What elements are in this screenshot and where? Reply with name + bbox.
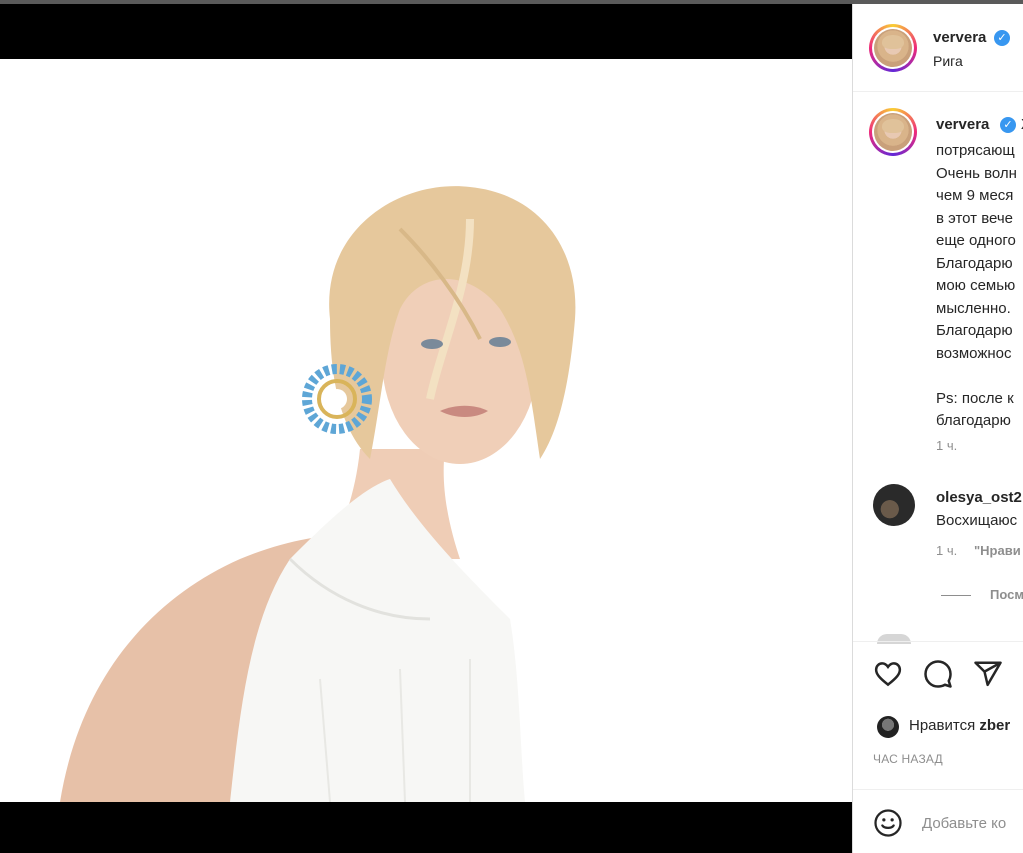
comment-time[interactable]: 1 ч. <box>936 543 957 558</box>
post-media[interactable] <box>0 4 852 853</box>
likes-summary[interactable]: Нравится zber <box>909 717 1010 734</box>
comment-input[interactable] <box>922 812 1023 834</box>
comment-box <box>853 789 1023 853</box>
likes-prefix: Нравится <box>909 717 976 734</box>
commenter-avatar[interactable] <box>873 484 915 526</box>
liker-avatar[interactable] <box>877 716 899 738</box>
post-side-panel: ververa ✓ Рига ververa ✓ Ж потрясающ Оче… <box>852 4 1023 853</box>
post-header: ververa ✓ Рига <box>853 4 1023 92</box>
next-comment-avatar <box>877 634 911 644</box>
portrait-illustration <box>60 186 576 802</box>
emoji-icon[interactable] <box>873 808 903 838</box>
caption-line: еще одного <box>936 232 1016 249</box>
caption-username[interactable]: ververa <box>936 116 989 133</box>
caption-line: в этот вече <box>936 209 1014 227</box>
share-icon[interactable] <box>973 659 1003 689</box>
caption-text: потрясающ Очень волн чем 9 меся в этот в… <box>936 140 1017 433</box>
heart-icon[interactable] <box>873 659 903 689</box>
caption-line: Благодарю <box>936 322 1013 339</box>
likes-user[interactable]: zber <box>979 717 1010 734</box>
caption-time[interactable]: 1 ч. <box>936 438 957 453</box>
caption-line <box>936 365 1017 388</box>
verified-icon: ✓ <box>994 30 1010 46</box>
comment-text: Восхищаюс <box>936 512 1018 529</box>
post-time-ago[interactable]: ЧАС НАЗАД <box>873 752 943 766</box>
caption-line: мысленно. <box>936 299 1011 317</box>
caption-line: благодарю <box>936 412 1011 429</box>
comment-like-label[interactable]: "Нрави <box>974 543 1021 558</box>
verified-icon: ✓ <box>1000 117 1016 133</box>
replies-line <box>941 595 971 596</box>
post-location[interactable]: Рига <box>933 53 963 69</box>
author-username[interactable]: ververa <box>933 29 986 46</box>
caption-line: мою семью <box>936 277 1016 294</box>
caption-line: Благодарю <box>936 254 1013 272</box>
author-avatar[interactable] <box>869 24 917 72</box>
post-photo <box>0 59 852 802</box>
caption-line: возможнос <box>936 344 1012 362</box>
comment-icon[interactable] <box>923 659 953 689</box>
caption-avatar[interactable] <box>869 108 917 156</box>
actions-divider <box>853 641 1023 642</box>
caption-line: Ps: после к <box>936 389 1014 407</box>
view-replies-button[interactable]: Посм <box>990 587 1023 602</box>
commenter-username[interactable]: olesya_ost2 <box>936 489 1022 506</box>
caption-line: Очень волн <box>936 164 1017 182</box>
caption-line: чем 9 меся <box>936 187 1014 204</box>
caption-line: потрясающ <box>936 142 1015 159</box>
